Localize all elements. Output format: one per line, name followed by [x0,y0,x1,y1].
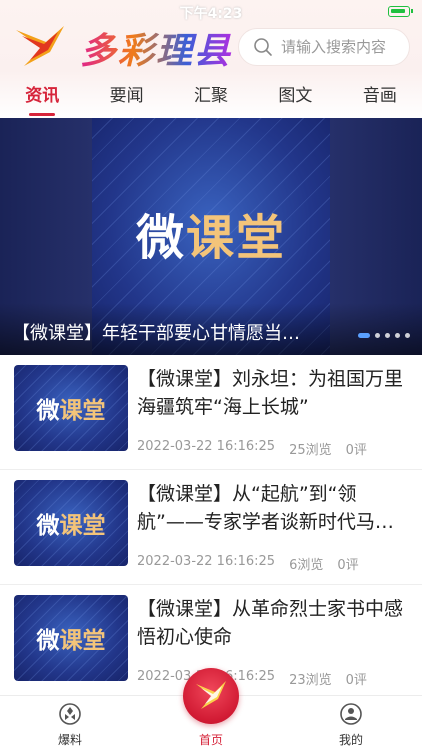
app-logo-icon [16,26,64,66]
carousel-indicator [358,333,410,338]
news-meta: 2022-03-22 16:16:25 25浏览 0评 [137,439,367,458]
thumbnail-title-part2: 课堂 [59,397,106,424]
nav-mine[interactable]: 我的 [311,696,391,750]
news-meta: 2022-03-22 16:16:25 6浏览 0评 [137,554,359,573]
banner-title-part1: 微 [135,210,186,266]
news-item[interactable]: 微课堂 【微课堂】刘永坦：为祖国万里海疆筑牢“海上长城” 2022-03-22 … [0,355,422,470]
thumbnail-title: 微课堂 [14,506,128,540]
tab-yaowen[interactable]: 要闻 [84,80,168,116]
status-time: 下午4:23 [179,6,243,22]
news-thumbnail: 微课堂 [14,365,128,451]
nav-mine-label: 我的 [338,733,363,747]
baoliao-icon [59,703,81,725]
carousel-dot[interactable] [395,333,400,338]
news-thumbnail: 微课堂 [14,595,128,681]
profile-icon [340,703,362,725]
category-tabs: 资讯 要闻 汇聚 图文 音画 [0,80,422,116]
news-item[interactable]: 微课堂 【微课堂】从“起航”到“领航”——专家学者谈新时代马克思主义 2022-… [0,470,422,585]
nav-baoliao[interactable]: 爆料 [30,696,110,750]
tab-zixun[interactable]: 资讯 [0,80,84,116]
thumbnail-title-part1: 微 [36,512,60,539]
banner-title: 微课堂 [92,198,330,268]
news-title: 【微课堂】刘永坦：为祖国万里海疆筑牢“海上长城” [137,368,404,418]
app-name: 多彩理县 [80,22,232,74]
banner-caption: 【微课堂】年轻干部要心甘情愿当… [12,323,300,344]
news-title: 【微课堂】从“起航”到“领航”——专家学者谈新时代马克思主义 [137,483,394,533]
thumbnail-title-part2: 课堂 [59,512,106,539]
news-list: 微课堂 【微课堂】刘永坦：为祖国万里海疆筑牢“海上长城” 2022-03-22 … [0,355,422,700]
app-header: 下午4:23 多彩理县 资讯 要闻 汇聚 图文 音画 [0,0,422,118]
news-comments: 0评 [345,443,367,458]
tab-tuwen[interactable]: 图文 [253,80,337,116]
thumbnail-title-part2: 课堂 [59,627,106,654]
news-time: 2022-03-22 16:16:25 [137,439,276,454]
thumbnail-title: 微课堂 [14,391,128,425]
search-icon [254,38,272,56]
news-views: 25浏览 [289,443,332,458]
carousel-dot[interactable] [405,333,410,338]
thumbnail-title-part1: 微 [36,397,60,424]
news-thumbnail: 微课堂 [14,480,128,566]
tab-yinhua[interactable]: 音画 [338,80,422,116]
home-logo-icon [196,681,226,709]
banner-carousel[interactable]: 微课堂 【微课堂】年轻干部要心甘情愿当… [0,118,422,355]
battery-icon [388,6,413,17]
search-input[interactable] [281,38,401,56]
news-meta: 2022-03-22 16:16:25 23浏览 0评 [137,669,367,688]
news-title: 【微课堂】从革命烈士家书中感悟初心使命 [137,598,404,648]
thumbnail-title-part1: 微 [36,627,60,654]
nav-home-label: 首页 [198,733,223,747]
nav-baoliao-label: 爆料 [57,733,82,747]
carousel-dot-active[interactable] [358,333,370,338]
search-box[interactable] [238,28,410,66]
news-comments: 0评 [337,558,359,573]
carousel-dot[interactable] [375,333,380,338]
news-comments: 0评 [345,673,367,688]
home-button[interactable] [183,668,239,724]
news-views: 6浏览 [289,558,324,573]
news-time: 2022-03-22 16:16:25 [137,554,276,569]
news-views: 23浏览 [289,673,332,688]
banner-title-part2: 课堂 [186,210,287,266]
tab-huiju[interactable]: 汇聚 [169,80,253,116]
thumbnail-title: 微课堂 [14,621,128,655]
carousel-dot[interactable] [385,333,390,338]
